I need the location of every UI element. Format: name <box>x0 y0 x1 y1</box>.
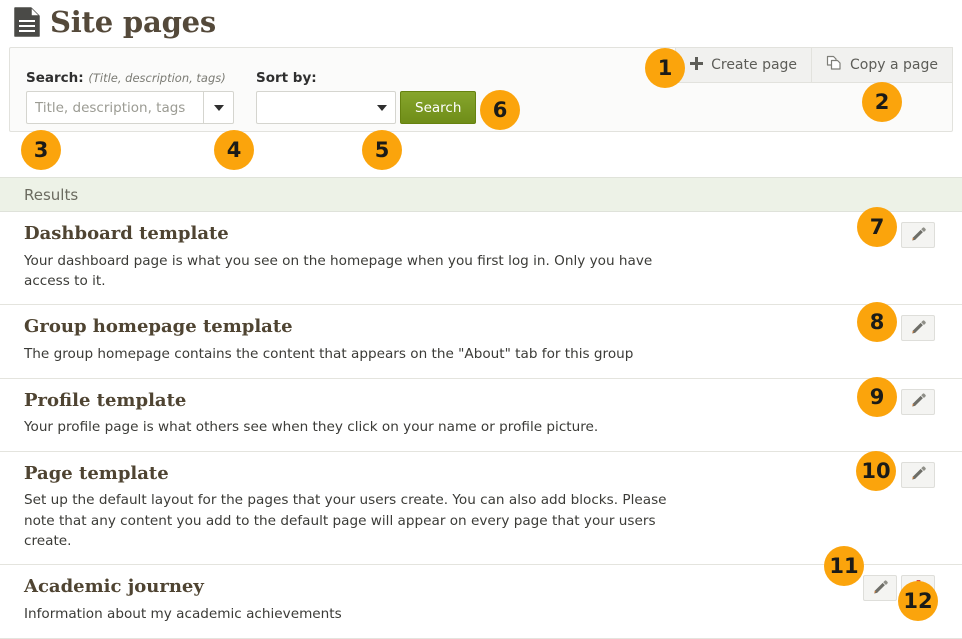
search-label: Search: (Title, description, tags) <box>26 70 234 86</box>
callout-badge-8: 8 <box>857 302 897 342</box>
search-dropdown-button[interactable] <box>204 91 234 124</box>
create-page-label: Create page <box>711 57 798 73</box>
create-page-button[interactable]: Create page <box>675 47 813 83</box>
plus-icon <box>690 56 704 74</box>
search-label-text: Search: <box>26 70 84 86</box>
callout-badge-11: 11 <box>824 546 864 586</box>
result-description: Set up the default layout for the pages … <box>24 492 667 550</box>
search-label-hint: (Title, description, tags) <box>88 71 226 85</box>
sort-label: Sort by: <box>256 70 317 86</box>
results-list: Dashboard template Your dashboard page is… <box>0 212 962 639</box>
edit-icon <box>911 392 926 411</box>
result-description: Your dashboard page is what you see on t… <box>24 252 653 290</box>
page-title: Site pages <box>50 4 217 39</box>
edit-button[interactable] <box>901 222 935 248</box>
callout-badge-4: 4 <box>214 130 254 170</box>
table-row: Academic journey Information about my aca… <box>0 565 962 639</box>
row-actions <box>901 222 935 248</box>
edit-button[interactable] <box>901 388 935 415</box>
callout-badge-6: 6 <box>480 90 520 130</box>
row-actions <box>901 461 935 488</box>
table-row: Profile template Your profile page is wha… <box>0 378 962 452</box>
document-icon <box>14 7 40 37</box>
callout-badge-10: 10 <box>856 451 896 491</box>
edit-button[interactable] <box>863 575 897 602</box>
callout-badge-2: 2 <box>862 82 902 122</box>
result-description: The group homepage contains the content … <box>24 346 634 363</box>
page-header: Site pages <box>0 0 962 42</box>
callout-badge-1: 1 <box>645 48 685 88</box>
callout-badge-12: 12 <box>898 581 938 621</box>
table-row: Group homepage template The group homepag… <box>0 305 962 379</box>
search-button[interactable]: Search <box>400 91 477 124</box>
search-field-group: Search: (Title, description, tags) <box>26 70 234 124</box>
row-actions <box>901 388 935 415</box>
callout-badge-3: 3 <box>21 130 61 170</box>
edit-button[interactable] <box>901 315 935 342</box>
edit-icon <box>911 226 926 245</box>
result-description: Information about my academic achievemen… <box>24 606 342 623</box>
search-input[interactable] <box>26 91 204 124</box>
search-controls: Search: (Title, description, tags) Sort … <box>26 70 477 124</box>
row-actions <box>901 315 935 342</box>
table-row: Dashboard template Your dashboard page is… <box>0 212 962 306</box>
callout-badge-5: 5 <box>362 130 402 170</box>
copy-pages-icon <box>826 55 842 75</box>
sort-field-group: Sort by: Search <box>256 70 477 124</box>
chevron-down-icon <box>377 104 387 111</box>
callout-badge-9: 9 <box>857 377 897 417</box>
search-input-combo <box>26 91 234 124</box>
results-header: Results <box>0 177 962 212</box>
page-actions: Create page Copy a page <box>675 47 953 83</box>
table-row: Page template Set up the default layout f… <box>0 451 962 566</box>
edit-icon <box>873 579 888 598</box>
result-title[interactable]: Profile template <box>24 390 832 412</box>
result-title[interactable]: Dashboard template <box>24 223 832 245</box>
sort-select[interactable] <box>256 91 396 124</box>
chevron-down-icon <box>213 104 224 111</box>
result-title[interactable]: Academic journey <box>24 577 832 598</box>
edit-icon <box>911 465 926 484</box>
edit-button[interactable] <box>901 461 935 488</box>
copy-page-label: Copy a page <box>850 57 938 73</box>
edit-icon <box>911 319 926 338</box>
result-description: Your profile page is what others see whe… <box>24 419 599 436</box>
results-panel: Results Dashboard template Your dashboard… <box>0 177 962 639</box>
result-title[interactable]: Group homepage template <box>24 317 832 338</box>
copy-page-button[interactable]: Copy a page <box>812 47 953 83</box>
result-title[interactable]: Page template <box>24 463 832 485</box>
callout-badge-7: 7 <box>857 207 897 247</box>
